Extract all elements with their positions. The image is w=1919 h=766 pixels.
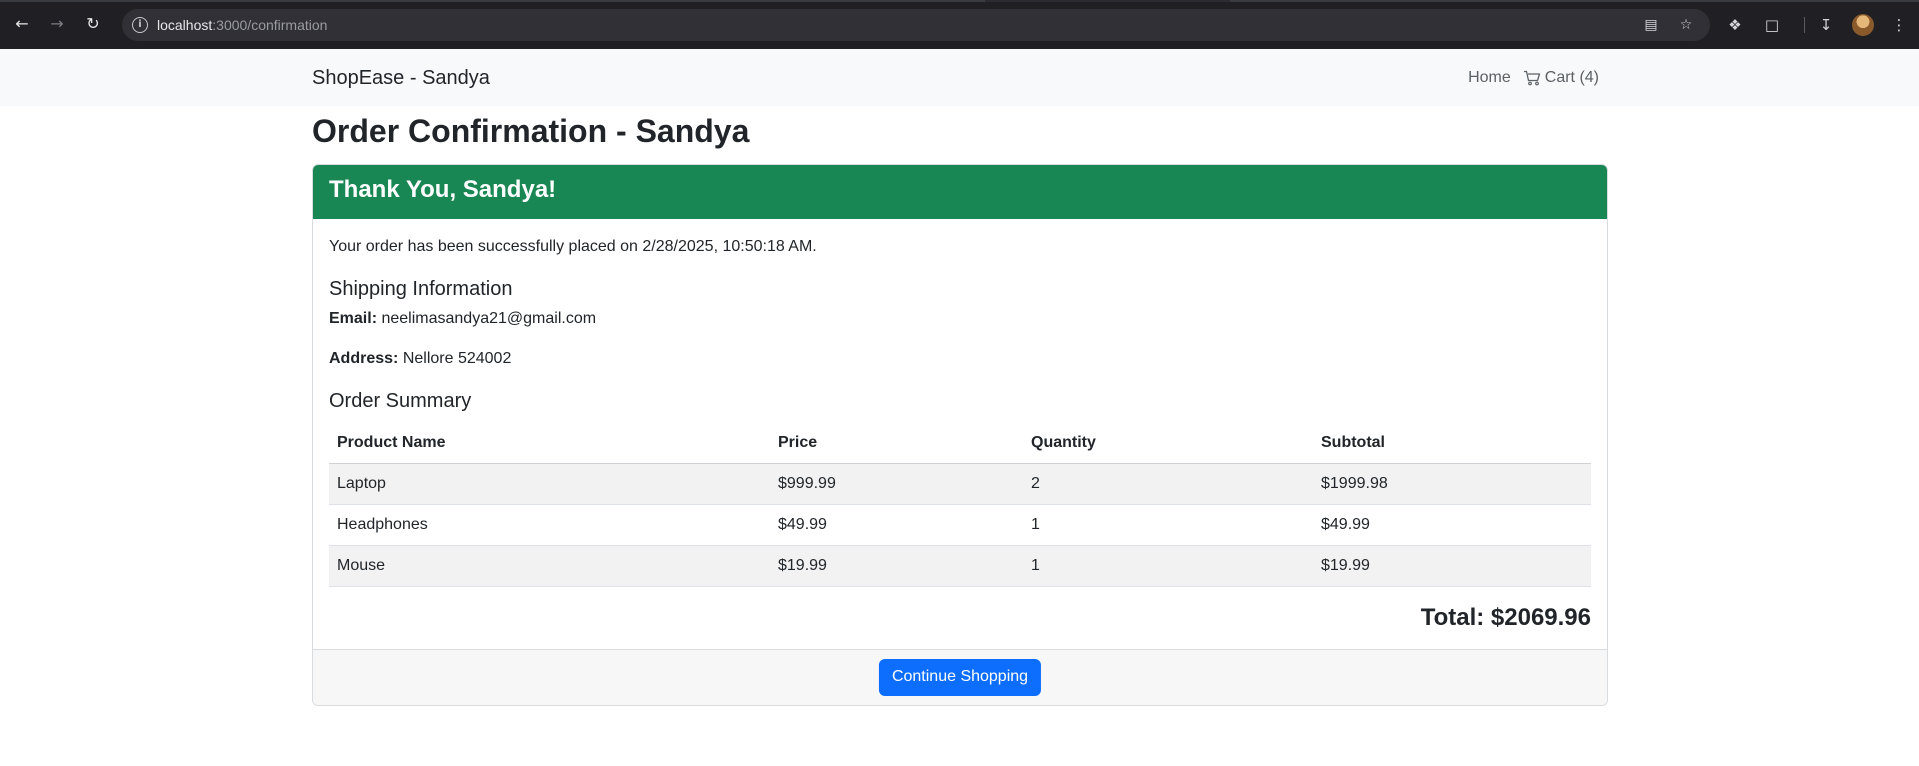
continue-shopping-button[interactable]: Continue Shopping [878,658,1042,696]
price-cell: $49.99 [770,504,1023,546]
product-name-cell: Laptop [329,463,770,505]
email-value: neelimasandya21@gmail.com [381,310,597,327]
email-line: Email: neelimasandya21@gmail.com [329,309,1591,329]
column-header-subtotal: Subtotal [1313,423,1591,464]
confirmation-card: Thank You, Sandya! Your order has been s… [312,164,1608,706]
site-info-icon[interactable]: i [132,17,148,33]
reload-icon[interactable]: ↻ [83,14,103,34]
quantity-cell: 1 [1023,545,1313,587]
toolbar-divider [1804,17,1805,33]
table-row: Laptop $999.99 2 $1999.98 [329,463,1591,505]
shipping-title: Shipping Information [329,278,513,300]
table-header-row: Product Name Price Quantity Subtotal [329,423,1591,464]
download-icon[interactable]: ↧ [1816,15,1836,35]
page-title: Order Confirmation - Sandya [312,113,750,149]
price-cell: $999.99 [770,463,1023,505]
cart-icon [1523,70,1540,86]
back-icon[interactable]: ← [12,14,32,34]
address-bar[interactable]: i localhost:3000/confirmation ▤ ☆ [122,9,1710,41]
extensions-icon[interactable]: □ [1762,15,1782,35]
table-row: Headphones $49.99 1 $49.99 [329,504,1591,546]
address-value: Nellore 524002 [402,350,512,367]
order-summary-table: Product Name Price Quantity Subtotal Lap… [329,423,1591,587]
quantity-cell: 1 [1023,504,1313,546]
table-row: Mouse $19.99 1 $19.99 [329,545,1591,587]
main-content: Order Confirmation - Sandya Thank You, S… [312,106,1608,706]
browser-toolbar: ← → ↻ i localhost:3000/confirmation ▤ ☆ … [0,0,1919,49]
address-line: Address: Nellore 524002 [329,349,1591,369]
nav-cart-link[interactable]: Cart (4) [1523,69,1599,87]
product-name-cell: Mouse [329,545,770,587]
quantity-cell: 2 [1023,463,1313,505]
forward-icon[interactable]: → [47,14,67,34]
app-navbar: ShopEase - Sandya Home Cart (4) [0,49,1919,106]
order-placed-message: Your order has been successfully placed … [329,238,817,255]
install-app-icon[interactable]: ▤ [1642,16,1660,34]
more-menu-icon[interactable]: ⋮ [1889,15,1909,35]
column-header-quantity: Quantity [1023,423,1313,464]
card-header: Thank You, Sandya! [313,165,1607,219]
url-text[interactable]: localhost:3000/confirmation [157,17,327,33]
price-cell: $19.99 [770,545,1023,587]
cart-label: Cart (4) [1544,69,1599,86]
product-name-cell: Headphones [329,504,770,546]
bookmark-star-icon[interactable]: ☆ [1677,16,1695,34]
brand-link[interactable]: ShopEase - Sandya [312,67,490,90]
column-header-price: Price [770,423,1023,464]
email-label: Email: [329,310,378,327]
card-body: Your order has been successfully placed … [313,219,1607,649]
tab-strip-edge [0,0,1919,2]
subtotal-cell: $1999.98 [1313,463,1591,505]
extension-puzzle-icon[interactable]: ❖ [1725,15,1745,35]
subtotal-cell: $49.99 [1313,504,1591,546]
order-summary-title: Order Summary [329,390,472,412]
subtotal-cell: $19.99 [1313,545,1591,587]
column-header-product: Product Name [329,423,770,464]
profile-avatar[interactable] [1852,14,1874,36]
address-label: Address: [329,350,399,367]
nav-links: Home Cart (4) [1468,69,1599,87]
nav-home-link[interactable]: Home [1468,69,1511,87]
card-footer: Continue Shopping [313,648,1607,705]
order-total: Total: $2069.96 [1420,603,1591,631]
